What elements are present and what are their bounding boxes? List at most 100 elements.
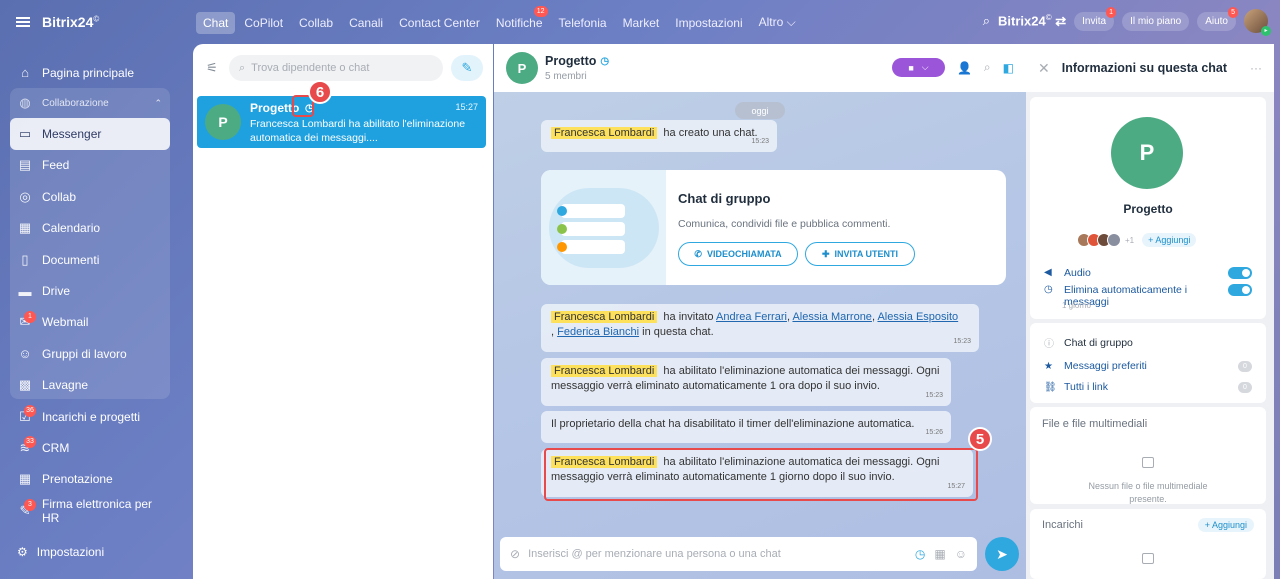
invite-users-button[interactable]: ✚ INVITA UTENTI [805,242,915,266]
tab-5[interactable]: Notifiche 12 [489,5,550,34]
system-message[interactable]: Il proprietario della chat ha disabilita… [541,411,951,443]
sidebar-item-feed[interactable]: ▤ Feed [10,150,170,181]
message-area[interactable]: oggi Francesca Lombardi ha creato una ch… [494,92,1026,579]
my-plan-button[interactable]: Il mio piano [1122,11,1190,31]
user-link[interactable]: Andrea Ferrari [716,311,787,323]
smiley-icon[interactable]: ☺ [955,547,967,561]
document-icon: ▯ [21,251,29,267]
filter-icon[interactable]: ⚟ [203,60,221,76]
video-call-button[interactable]: ■ ⌵ [891,58,945,77]
sidebar-item-groups[interactable]: ☺ Gruppi di lavoro [10,338,170,369]
search-icon[interactable]: ⌕ [984,60,991,75]
video-call-card-button[interactable]: ✆ VIDEOCHIAMATA [678,242,798,266]
links-row[interactable]: ⛓ Tutti i link 0 [1044,381,1252,393]
author-highlight[interactable]: Francesca Lombardi [551,311,658,323]
user-link[interactable]: Alessia Marrone [792,311,871,323]
sidebar-toggle-icon[interactable]: ◧ [1003,61,1014,75]
chat-header-avatar[interactable]: P [506,52,538,84]
sidebar-item-settings[interactable]: ⚙ Impostazioni [17,545,104,559]
main-nav: ⌂ Pagina principale ◍ Collaborazione ⌃ ▭ Messe… [10,57,170,526]
sidebar-item-calendar[interactable]: ▦ Calendario [10,213,170,244]
invite-button[interactable]: Invita 1 [1074,6,1117,31]
close-icon[interactable]: ✕ [1038,60,1050,77]
sidebar-item-collab-ring[interactable]: ◎ Collab [10,181,170,212]
tab-7[interactable]: Market [616,12,667,34]
files-card: File e file multimediali Nessun file o f… [1030,407,1266,504]
tab-0[interactable]: Chat [196,11,236,34]
help-button[interactable]: Aiuto 5 [1197,6,1238,31]
sidebar-item-signature[interactable]: ✎ 3 Firma elettronica per HR [10,495,170,526]
system-message[interactable]: Francesca Lombardi ha invitato Andrea Fe… [541,304,979,352]
tab-9[interactable]: Altro ⌵ [752,11,803,34]
tab-8[interactable]: Impostazioni [668,12,749,34]
notification-badge: 3 [24,499,36,512]
sidebar-item-label: Pagina principale [42,65,135,80]
drive-icon: ▬ [18,283,32,299]
sidebar-item-drive[interactable]: ▬ Drive [10,275,170,306]
system-message[interactable]: Francesca Lombardi ha creato una chat. 1… [541,120,777,152]
user-avatar[interactable] [1244,9,1271,36]
author-highlight[interactable]: Francesca Lombardi [551,365,658,377]
files-empty-text: Nessun file o file multimediale presente… [1088,481,1208,504]
info-avatar: P [1111,117,1183,189]
sidebar-item-label: CRM [42,440,70,455]
more-icon[interactable]: ··· [1250,61,1262,75]
apps-icon[interactable]: ▦ [934,547,945,561]
notification-badge: 1 [24,310,36,323]
sidebar-item-booking[interactable]: ▦ Prenotazione [10,464,170,495]
sidebar-item-label: Firma elettronica per HR [42,496,153,525]
sidebar-item-label: Collaborazione [42,97,109,109]
sidebar-item-home[interactable]: ⌂ Pagina principale [10,57,170,88]
audio-toggle[interactable] [1228,267,1252,279]
sidebar-item-document[interactable]: ▯ Documenti [10,244,170,275]
search-icon[interactable]: ⌕ [983,13,990,29]
add-member-button[interactable]: + Aggiungi [1142,233,1197,247]
tab-2[interactable]: Collab [292,12,340,34]
chat-list-item[interactable]: P Progetto ◷ 15:27 Francesca Lombardi ha… [197,96,486,148]
chat-header: P Progetto ◷ 5 membri ■ ⌵ 👤 ⌕ ◧ [494,44,1026,92]
timer-icon[interactable]: ◷ [915,547,925,561]
sidebar-item-messenger[interactable]: ▭ Messenger [10,118,170,150]
tasks-card: Incarichi + Aggiungi [1030,509,1266,579]
search-icon: ⌕ [239,61,246,74]
sidebar-item-crm[interactable]: ≋ 33 CRM [10,432,170,463]
chevron-up-icon[interactable]: ⌃ [154,98,162,109]
new-chat-button[interactable]: ✎ [451,55,483,81]
brand-name[interactable]: Bitrix24© [42,14,99,30]
notification-badge: 36 [24,404,36,417]
timer-icon: ◷ [1044,284,1053,295]
add-user-icon[interactable]: 👤 [957,61,972,75]
sidebar-item-label: Incarichi e progetti [42,409,141,424]
send-button[interactable]: ➤ [985,537,1019,571]
tab-3[interactable]: Canali [342,12,390,34]
callout-box-five [544,448,978,501]
author-highlight[interactable]: Francesca Lombardi [551,127,658,139]
message-input[interactable] [528,548,907,560]
tab-6[interactable]: Telefonia [552,12,614,34]
top-right-actions: ⌕ Bitrix24© ⇄ Invita 1 Il mio piano Aiuto… [983,6,1271,36]
sidebar-item-tasks[interactable]: ☑ 36 Incarichi e progetti [10,401,170,432]
user-link[interactable]: Alessia Esposito [877,311,958,323]
user-link[interactable]: Federica Bianchi [557,326,639,338]
autodelete-toggle[interactable] [1228,284,1252,296]
menu-icon[interactable] [16,17,30,27]
members-row[interactable]: +1 + Aggiungi [1077,233,1197,247]
sidebar-item-label: Calendario [42,221,101,236]
favorites-row[interactable]: ★ Messaggi preferiti 0 [1044,360,1252,372]
system-message[interactable]: Francesca Lombardi ha abilitato l'elimin… [541,358,951,406]
sidebar-item-mail[interactable]: ✉ 1 Webmail [10,307,170,338]
messenger-icon: ▭ [18,126,32,142]
sidebar-item-label: Lavagne [42,378,89,393]
info-header: ✕ Informazioni su questa chat ··· [1026,44,1274,92]
tab-1[interactable]: CoPilot [237,12,290,34]
portal-name[interactable]: Bitrix24© ⇄ [998,13,1066,29]
chat-search-input[interactable] [251,62,433,74]
tab-4[interactable]: Contact Center [392,12,487,34]
add-task-button[interactable]: + Aggiungi [1197,518,1254,532]
chat-search[interactable]: ⌕ [229,55,443,81]
sidebar-item-board[interactable]: ▩ Lavagne [10,370,170,401]
chat-header-title[interactable]: Progetto ◷ 5 membri [545,54,609,82]
sidebar-item-collab[interactable]: ◍ Collaborazione ⌃ [10,88,170,118]
group-card-desc: Comunica, condividi file e pubblica comm… [678,218,891,230]
attach-icon[interactable]: ⊘ [510,547,520,561]
